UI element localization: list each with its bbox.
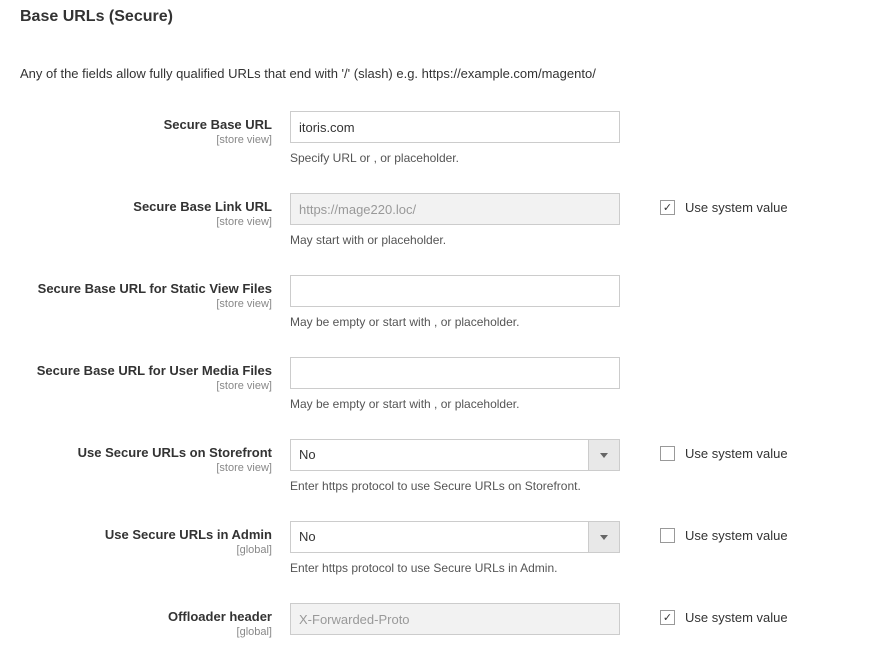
hint-secure-base-media: May be empty or start with , or placehol… [290, 397, 620, 411]
input-offloader-header [290, 603, 620, 635]
input-secure-base-link-url [290, 193, 620, 225]
label-use-secure-admin: Use Secure URLs in Admin [105, 527, 272, 542]
scope-use-secure-storefront: [store view] [20, 462, 272, 474]
select-btn-admin[interactable] [588, 521, 620, 553]
label-offloader-header: Offloader header [168, 609, 272, 624]
hint-secure-base-static: May be empty or start with , or placehol… [290, 315, 620, 329]
checkbox-sysval-link-url[interactable]: ✓ [660, 200, 675, 215]
input-secure-base-url[interactable] [290, 111, 620, 143]
chevron-down-icon [600, 535, 608, 540]
scope-use-secure-admin: [global] [20, 544, 272, 556]
label-use-secure-storefront: Use Secure URLs on Storefront [78, 445, 272, 460]
hint-secure-base-link-url: May start with or placeholder. [290, 233, 620, 247]
row-use-secure-storefront: Use Secure URLs on Storefront [store vie… [20, 439, 876, 493]
select-value-storefront: No [290, 439, 588, 471]
section-description: Any of the fields allow fully qualified … [20, 66, 876, 81]
scope-secure-base-link-url: [store view] [20, 216, 272, 228]
sysval-label-offloader: Use system value [685, 610, 788, 625]
checkbox-sysval-offloader[interactable]: ✓ [660, 610, 675, 625]
scope-secure-base-media: [store view] [20, 380, 272, 392]
scope-secure-base-url: [store view] [20, 134, 272, 146]
row-secure-base-link-url: Secure Base Link URL [store view] May st… [20, 193, 876, 247]
chevron-down-icon [600, 453, 608, 458]
checkbox-sysval-admin[interactable] [660, 528, 675, 543]
label-secure-base-media: Secure Base URL for User Media Files [37, 363, 272, 378]
sysval-label-link-url: Use system value [685, 200, 788, 215]
row-use-secure-admin: Use Secure URLs in Admin [global] No Ent… [20, 521, 876, 575]
sysval-label-admin: Use system value [685, 528, 788, 543]
sysval-label-storefront: Use system value [685, 446, 788, 461]
hint-use-secure-admin: Enter https protocol to use Secure URLs … [290, 561, 620, 575]
section-title: Base URLs (Secure) [20, 8, 876, 26]
checkbox-sysval-storefront[interactable] [660, 446, 675, 461]
label-secure-base-link-url: Secure Base Link URL [133, 199, 272, 214]
input-secure-base-media[interactable] [290, 357, 620, 389]
select-btn-storefront[interactable] [588, 439, 620, 471]
row-secure-base-static: Secure Base URL for Static View Files [s… [20, 275, 876, 329]
select-use-secure-storefront[interactable]: No [290, 439, 620, 471]
label-secure-base-url: Secure Base URL [164, 117, 272, 132]
select-use-secure-admin[interactable]: No [290, 521, 620, 553]
hint-use-secure-storefront: Enter https protocol to use Secure URLs … [290, 479, 620, 493]
row-secure-base-url: Secure Base URL [store view] Specify URL… [20, 111, 876, 165]
row-offloader-header: Offloader header [global] ✓ Use system v… [20, 603, 876, 638]
select-value-admin: No [290, 521, 588, 553]
label-secure-base-static: Secure Base URL for Static View Files [38, 281, 272, 296]
scope-secure-base-static: [store view] [20, 298, 272, 310]
hint-secure-base-url: Specify URL or , or placeholder. [290, 151, 620, 165]
row-secure-base-media: Secure Base URL for User Media Files [st… [20, 357, 876, 411]
input-secure-base-static[interactable] [290, 275, 620, 307]
